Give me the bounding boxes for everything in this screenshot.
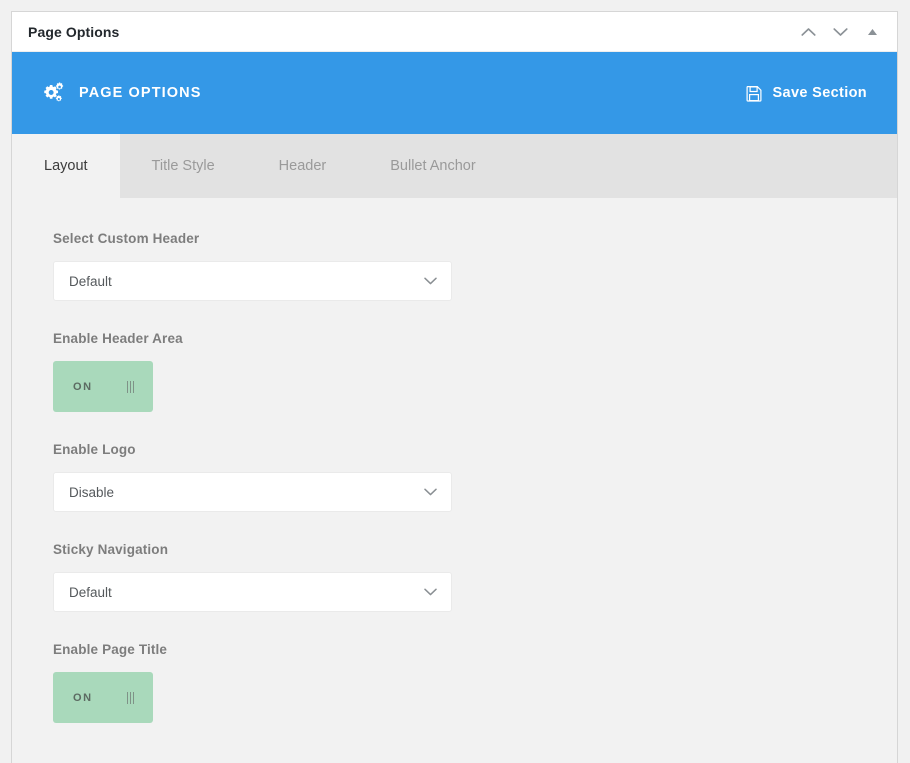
chevron-down-icon bbox=[424, 277, 437, 285]
field-label: Enable Page Title bbox=[53, 642, 168, 657]
enable-logo-value: Disable bbox=[69, 484, 115, 500]
sticky-navigation-value: Default bbox=[69, 584, 112, 600]
triangle-up-icon bbox=[867, 28, 878, 36]
select-custom-header[interactable]: Default bbox=[53, 261, 452, 301]
chevron-down-icon bbox=[832, 27, 848, 37]
cogs-icon bbox=[40, 82, 64, 104]
enable-logo-select[interactable]: Disable bbox=[53, 472, 452, 512]
field-select-custom-header: Select Custom Header Default bbox=[53, 231, 897, 301]
section-title: PAGE OPTIONS bbox=[79, 85, 202, 101]
toggle-panel-handle[interactable] bbox=[859, 19, 885, 45]
field-sticky-navigation: Sticky Navigation Default bbox=[53, 542, 897, 612]
toggle-grip-icon bbox=[127, 380, 134, 393]
save-section-button[interactable]: Save Section bbox=[746, 85, 867, 102]
tab-bar-filler bbox=[508, 134, 897, 198]
save-section-label: Save Section bbox=[772, 85, 867, 101]
metabox-handle-actions bbox=[795, 19, 885, 45]
field-label: Enable Header Area bbox=[53, 331, 183, 346]
tab-layout[interactable]: Layout bbox=[12, 134, 120, 198]
field-label: Select Custom Header bbox=[53, 231, 200, 246]
enable-page-title-toggle[interactable]: ON bbox=[53, 672, 153, 723]
metabox-titlebar: Page Options bbox=[12, 12, 897, 52]
field-enable-page-title: Enable Page Title ON bbox=[53, 642, 897, 723]
move-up-handle[interactable] bbox=[795, 19, 821, 45]
section-header-left: PAGE OPTIONS bbox=[40, 82, 202, 104]
tab-header[interactable]: Header bbox=[247, 134, 359, 198]
select-custom-header-value: Default bbox=[69, 273, 112, 289]
layout-tab-panel: Select Custom Header Default Enable Head… bbox=[12, 198, 897, 763]
chevron-down-icon bbox=[424, 488, 437, 496]
move-down-handle[interactable] bbox=[827, 19, 853, 45]
tab-title-style[interactable]: Title Style bbox=[120, 134, 247, 198]
enable-header-area-toggle-state: ON bbox=[73, 380, 93, 393]
save-floppy-icon bbox=[746, 85, 762, 102]
chevron-up-icon bbox=[800, 27, 816, 37]
sticky-navigation-select[interactable]: Default bbox=[53, 572, 452, 612]
field-label: Sticky Navigation bbox=[53, 542, 169, 557]
tab-bar: Layout Title Style Header Bullet Anchor bbox=[12, 134, 897, 198]
tab-header-label: Header bbox=[278, 158, 327, 174]
chevron-down-icon bbox=[424, 588, 437, 596]
tab-bullet-anchor[interactable]: Bullet Anchor bbox=[358, 134, 507, 198]
section-header: PAGE OPTIONS Save Section bbox=[12, 52, 897, 134]
field-label: Enable Logo bbox=[53, 442, 136, 457]
toggle-grip-icon bbox=[127, 691, 134, 704]
enable-page-title-toggle-state: ON bbox=[73, 691, 93, 704]
enable-header-area-toggle[interactable]: ON bbox=[53, 361, 153, 412]
page-options-metabox: Page Options PAGE OPTIONS Save Section L… bbox=[11, 11, 898, 763]
tab-title-style-label: Title Style bbox=[151, 158, 215, 174]
metabox-title: Page Options bbox=[28, 23, 120, 40]
field-enable-header-area: Enable Header Area ON bbox=[53, 331, 897, 412]
tab-bullet-anchor-label: Bullet Anchor bbox=[390, 158, 476, 174]
tab-layout-label: Layout bbox=[44, 158, 88, 174]
field-enable-logo: Enable Logo Disable bbox=[53, 442, 897, 512]
